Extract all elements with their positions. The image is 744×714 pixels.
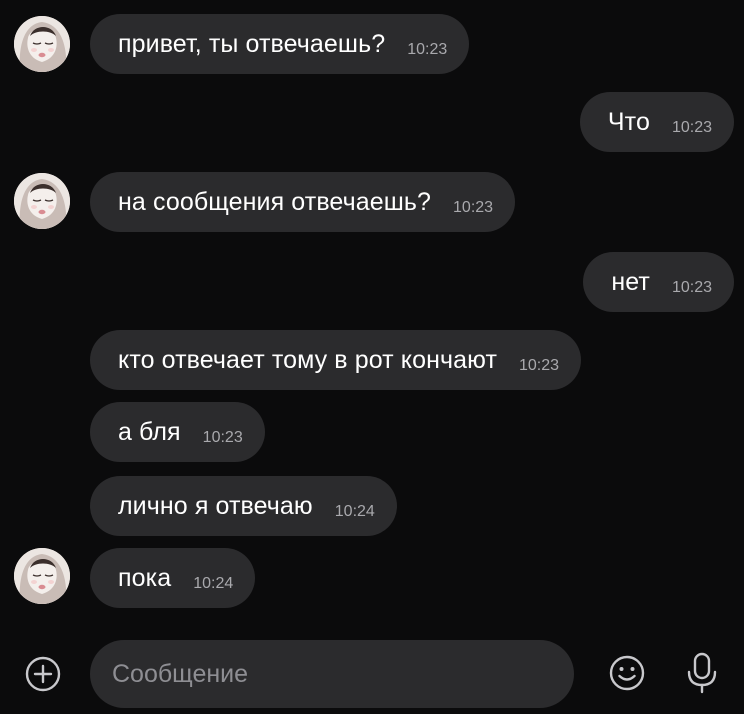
avatar-image — [14, 16, 70, 72]
microphone-icon — [687, 652, 717, 694]
message-time: 10:23 — [453, 199, 494, 216]
attach-button[interactable] — [24, 655, 62, 693]
contact-avatar[interactable] — [14, 173, 70, 229]
message-text: нет — [611, 267, 650, 296]
avatar-image — [14, 173, 70, 229]
message-bubble-incoming[interactable]: кто отвечает тому в рот кончают 10:23 — [90, 330, 582, 390]
message-bubble-incoming[interactable]: лично я отвечаю 10:24 — [90, 476, 397, 536]
emoji-button[interactable] — [606, 652, 648, 694]
message-text: пока — [118, 563, 172, 592]
message-text: кто отвечает тому в рот кончают — [118, 345, 497, 374]
message-time: 10:24 — [193, 575, 234, 592]
message-bubble-outgoing[interactable]: нет 10:23 — [583, 252, 734, 312]
avatar-image — [14, 548, 70, 604]
message-text: привет, ты отвечаешь? — [118, 29, 386, 58]
message-input-placeholder: Сообщение — [112, 659, 249, 688]
voice-message-button[interactable] — [682, 650, 722, 696]
message-text: на сообщения отвечаешь? — [118, 187, 432, 216]
message-bubble-incoming[interactable]: а бля 10:23 — [90, 402, 265, 462]
message-input[interactable]: Сообщение — [90, 640, 574, 708]
contact-avatar[interactable] — [14, 16, 70, 72]
message-text: а бля — [118, 417, 181, 446]
message-time: 10:23 — [519, 357, 560, 374]
message-text: Что — [607, 107, 650, 136]
plus-circle-icon — [25, 656, 61, 692]
message-text: лично я отвечаю — [118, 491, 313, 520]
message-bubble-outgoing[interactable]: Что 10:23 — [579, 92, 734, 152]
smiley-icon — [609, 655, 645, 691]
message-time: 10:23 — [671, 279, 712, 296]
message-bubble-incoming[interactable]: привет, ты отвечаешь? 10:23 — [90, 14, 470, 74]
contact-avatar[interactable] — [14, 548, 70, 604]
message-time: 10:24 — [334, 503, 375, 520]
message-time: 10:23 — [202, 429, 243, 446]
message-time: 10:23 — [671, 119, 712, 136]
message-time: 10:23 — [407, 41, 448, 58]
message-bubble-incoming[interactable]: на сообщения отвечаешь? 10:23 — [90, 172, 516, 232]
message-bubble-incoming[interactable]: пока 10:24 — [90, 548, 256, 608]
